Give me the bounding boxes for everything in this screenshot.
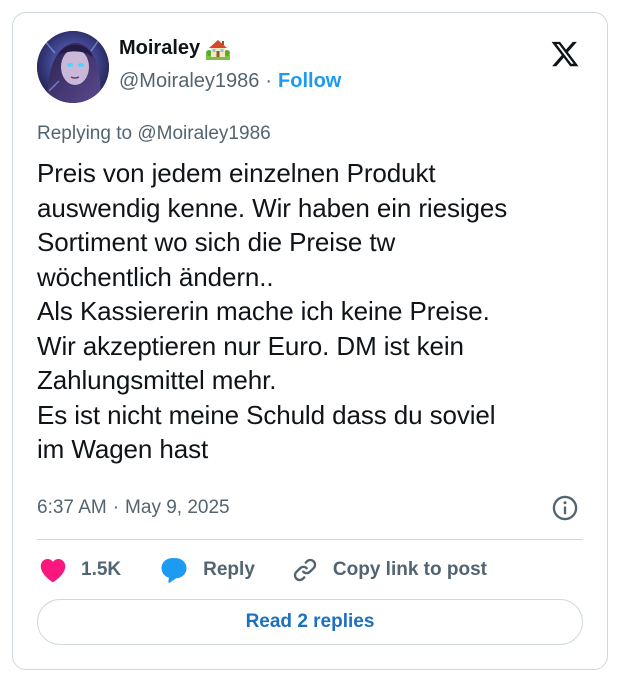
tweet-line: im Wagen hast <box>37 434 209 464</box>
author-handle-row: @Moiraley1986 · Follow <box>119 70 341 93</box>
author-display-name[interactable]: Moiraley <box>119 37 200 60</box>
tweet-time[interactable]: 6:37 AM <box>37 497 107 519</box>
tweet-line: Wir akzeptieren nur Euro. DM ist kein <box>37 330 464 361</box>
link-icon <box>293 558 317 582</box>
replying-to: Replying to @Moiraley1986 <box>37 123 271 145</box>
tweet-card: Moiraley @Moiraley1986 · Follow Replying… <box>12 12 608 670</box>
tweet-date[interactable]: May 9, 2025 <box>125 497 230 519</box>
replying-mention[interactable]: @Moiraley1986 <box>137 123 270 144</box>
tweet-line: Es ist nicht meine Schuld dass du soviel <box>37 399 496 430</box>
read-replies-button[interactable]: Read 2 replies <box>37 599 583 645</box>
tweet-line: Sortiment wo sich die Preise tw <box>37 227 396 257</box>
heart-icon <box>40 559 66 583</box>
tweet-line: auswendig kenne. Wir haben ein riesiges <box>37 192 508 223</box>
like-button[interactable]: 1.5K <box>39 557 121 583</box>
reply-label: Reply <box>203 559 255 580</box>
follow-button[interactable]: Follow <box>278 70 341 93</box>
handle-separator: · <box>265 70 273 92</box>
x-logo-icon[interactable] <box>549 39 581 69</box>
timestamp-row[interactable]: 6:37 AM · May 9, 2025 <box>37 497 230 519</box>
tweet-line: wöchentlich ändern.. <box>37 261 274 292</box>
house-with-garden-icon <box>206 39 231 60</box>
copy-link-button[interactable]: Copy link to post <box>291 556 487 584</box>
tweet-text: Preis von jedem einzelnen Produkt auswen… <box>37 156 587 467</box>
author-name-row: Moiraley <box>119 37 231 60</box>
tweet-line: Als Kassiererin mache ich keine Preise. <box>37 296 490 326</box>
reply-button[interactable]: Reply <box>159 556 255 584</box>
action-bar: 1.5K Reply Copy link to post <box>39 553 487 587</box>
copy-link-label: Copy link to post <box>332 559 487 580</box>
info-icon[interactable] <box>551 494 579 522</box>
timestamp-separator: · <box>112 497 120 518</box>
like-count: 1.5K <box>81 559 122 580</box>
author-handle[interactable]: @Moiraley1986 <box>119 70 259 93</box>
tweet-line: Preis von jedem einzelnen Produkt <box>37 158 436 188</box>
avatar[interactable] <box>37 31 109 103</box>
tweet-line: Zahlungsmittel mehr. <box>37 365 277 395</box>
reply-bubble-icon <box>161 558 187 583</box>
divider <box>37 539 583 540</box>
replying-prefix: Replying to <box>37 123 138 144</box>
